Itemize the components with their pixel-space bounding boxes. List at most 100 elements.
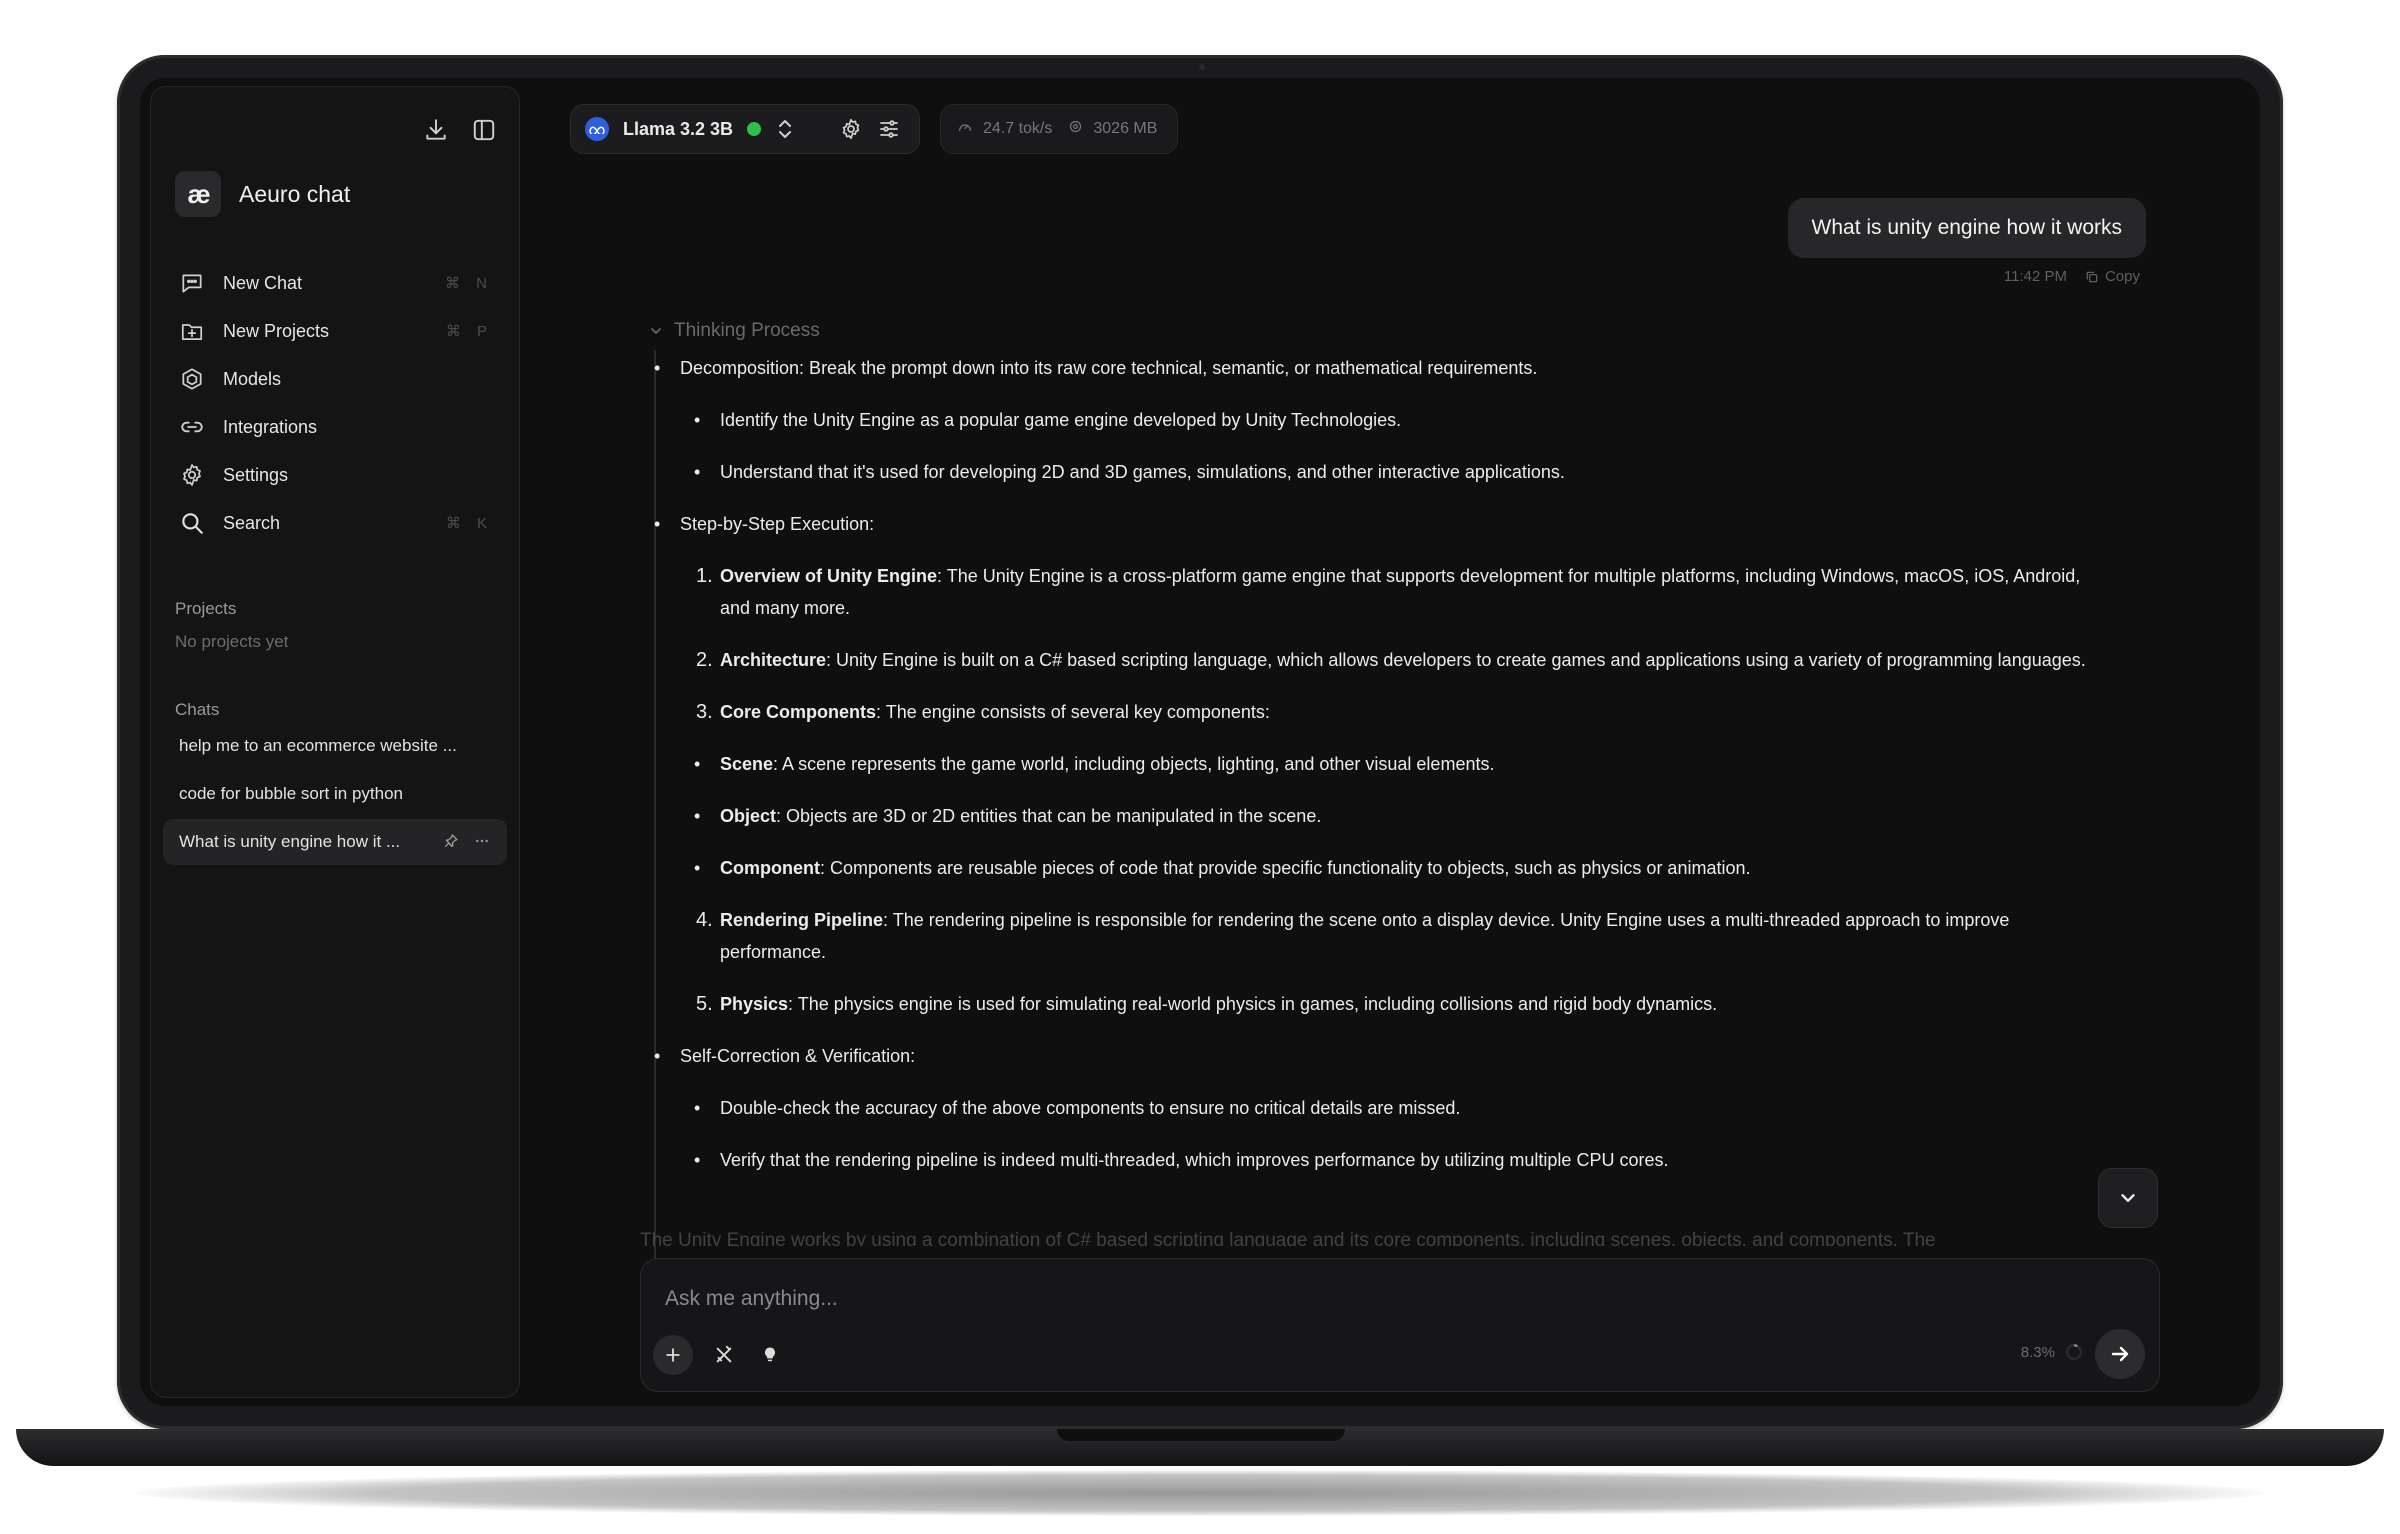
bullet-text: Understand that it's used for developing… bbox=[720, 462, 1565, 482]
thinking-bullet: • Step-by-Step Execution: bbox=[654, 514, 875, 534]
item-title: Physics bbox=[720, 994, 789, 1014]
item-title: Object bbox=[720, 806, 777, 826]
bullet-text: Verify that the rendering pipeline is in… bbox=[720, 1150, 1669, 1170]
models-icon bbox=[177, 364, 207, 394]
context-usage: 8.3% bbox=[2021, 1343, 2083, 1361]
item-text: : The rendering pipeline is responsible … bbox=[720, 910, 2010, 962]
item-title: Component bbox=[720, 858, 820, 878]
lightbulb-icon bbox=[764, 1347, 776, 1362]
projects-empty-text: No projects yet bbox=[175, 632, 289, 651]
nav-new-projects[interactable]: New Projects ⌘ P bbox=[167, 307, 503, 355]
sidebar-top-actions bbox=[423, 117, 497, 143]
item-text: : A scene represents the game world, inc… bbox=[773, 754, 1495, 774]
brand-logo: æ bbox=[175, 171, 221, 217]
item-text: : The physics engine is used for simulat… bbox=[788, 994, 1718, 1014]
shortcut-hint: ⌘ N bbox=[445, 275, 493, 292]
thinking-sub-bullet: • Identify the Unity Engine as a popular … bbox=[694, 410, 1402, 430]
message-meta: 11:42 PM Copy bbox=[2004, 268, 2140, 285]
app-window: æ Aeuro chat New Chat ⌘ N New Projects ⌘… bbox=[140, 78, 2260, 1406]
projects-heading: Projects bbox=[175, 599, 237, 618]
bullet-text: Decomposition: Break the prompt down int… bbox=[680, 358, 1538, 378]
item-title: Overview of Unity Engine bbox=[720, 566, 938, 586]
item-title: Architecture bbox=[720, 650, 827, 670]
thinking-process-toggle[interactable]: Thinking Process bbox=[648, 320, 820, 342]
numbered-item: 5. Physics: The physics engine is used fo… bbox=[696, 993, 1718, 1015]
chevron-up-down-icon[interactable] bbox=[775, 117, 795, 141]
message-timestamp: 11:42 PM bbox=[2003, 268, 2067, 285]
item-title: Rendering Pipeline bbox=[720, 910, 884, 930]
item-title: Core Components bbox=[720, 702, 877, 722]
thinking-sub-bullet: • Verify that the rendering pipeline is i… bbox=[694, 1150, 1669, 1170]
user-message-bubble: What is unity engine how it works bbox=[1787, 198, 2146, 258]
bullet-text: Identify the Unity Engine as a popular g… bbox=[720, 410, 1402, 430]
chevron-down-icon bbox=[2121, 1194, 2135, 1202]
chat-item-actions bbox=[443, 833, 491, 852]
model-status-indicator bbox=[747, 122, 762, 136]
meta-logo-icon bbox=[585, 117, 609, 141]
model-settings-gear-icon[interactable] bbox=[839, 117, 863, 141]
tools-icon bbox=[716, 1345, 732, 1363]
chat-history-item[interactable]: help me to an ecommerce website ... bbox=[163, 723, 507, 769]
tools-button[interactable] bbox=[709, 1335, 739, 1375]
more-options-icon[interactable] bbox=[473, 833, 491, 852]
arrow-right-icon bbox=[2111, 1346, 2129, 1362]
attach-button[interactable] bbox=[653, 1335, 693, 1375]
item-title: Scene bbox=[720, 754, 774, 774]
plus-icon bbox=[666, 1348, 680, 1362]
numbered-item: 3. Core Components: The engine consists o… bbox=[696, 701, 1270, 723]
nav-label: Search bbox=[223, 512, 281, 533]
copy-icon bbox=[2086, 271, 2098, 282]
nav-label: Models bbox=[223, 368, 282, 389]
component-bullet: • Component: Components are reusable piec… bbox=[694, 858, 1751, 878]
search-icon bbox=[177, 508, 207, 538]
scroll-to-bottom-button[interactable] bbox=[2098, 1168, 2158, 1228]
send-button[interactable] bbox=[2095, 1329, 2145, 1379]
model-selector[interactable]: Llama 3.2 3B bbox=[570, 104, 920, 154]
thinking-process-content: • Decomposition: Break the prompt down in… bbox=[654, 350, 2260, 1290]
thinking-sub-bullet: • Understand that it's used for developin… bbox=[694, 462, 1565, 482]
message-input[interactable] bbox=[663, 1283, 1867, 1315]
sidebar-toggle-icon[interactable] bbox=[471, 117, 497, 143]
nav-new-chat[interactable]: New Chat ⌘ N bbox=[167, 259, 503, 307]
numbered-item: 2. Architecture: Unity Engine is built on… bbox=[696, 649, 2086, 671]
laptop-notch bbox=[1057, 1429, 1345, 1441]
nav-label: New Projects bbox=[223, 320, 330, 341]
chat-title: code for bubble sort in python bbox=[179, 784, 403, 803]
nav-settings[interactable]: Settings bbox=[167, 451, 503, 499]
nav-integrations[interactable]: Integrations bbox=[167, 403, 503, 451]
chevron-down-icon bbox=[651, 328, 661, 334]
nav-search[interactable]: Search ⌘ K bbox=[167, 499, 503, 547]
chat-bubble-icon bbox=[177, 268, 207, 298]
chat-history-list: help me to an ecommerce website ... code… bbox=[163, 723, 507, 867]
performance-stats: 24.7 tok/s 3026 MB bbox=[940, 104, 1178, 154]
pin-icon[interactable] bbox=[443, 833, 459, 852]
link-icon bbox=[177, 412, 207, 442]
component-bullet: • Object: Objects are 3D or 2D entities t… bbox=[694, 806, 1322, 826]
nav-models[interactable]: Models bbox=[167, 355, 503, 403]
think-mode-button[interactable] bbox=[755, 1335, 785, 1375]
message-composer: 8.3% bbox=[640, 1258, 2160, 1392]
download-icon[interactable] bbox=[423, 117, 449, 143]
speed-gauge-icon bbox=[957, 119, 973, 140]
gear-icon bbox=[177, 460, 207, 490]
chat-history-item[interactable]: code for bubble sort in python bbox=[163, 771, 507, 817]
chat-title: What is unity engine how it ... bbox=[179, 832, 401, 851]
composer-tools bbox=[653, 1335, 785, 1375]
numbered-item: 1. Overview of Unity Engine: The Unity En… bbox=[696, 565, 2081, 618]
tokens-per-second: 24.7 tok/s bbox=[983, 120, 1053, 137]
sidebar-nav: New Chat ⌘ N New Projects ⌘ P Models Int… bbox=[167, 259, 503, 547]
chat-history-item-active[interactable]: What is unity engine how it ... bbox=[163, 819, 507, 865]
component-bullet: • Scene: A scene represents the game worl… bbox=[694, 754, 1495, 774]
chats-heading: Chats bbox=[175, 700, 220, 719]
bullet-text: Double-check the accuracy of the above c… bbox=[720, 1098, 1461, 1118]
sliders-icon[interactable] bbox=[877, 117, 901, 141]
memory-usage: 3026 MB bbox=[1093, 120, 1158, 137]
chat-title: help me to an ecommerce website ... bbox=[179, 736, 457, 755]
brand[interactable]: æ Aeuro chat bbox=[175, 171, 350, 217]
nav-label: Settings bbox=[223, 464, 289, 485]
item-text: : The engine consists of several key com… bbox=[876, 702, 1270, 722]
copy-message-button[interactable]: Copy bbox=[2085, 268, 2140, 285]
sidebar: æ Aeuro chat New Chat ⌘ N New Projects ⌘… bbox=[150, 86, 520, 1398]
folder-plus-icon bbox=[177, 316, 207, 346]
context-ring-icon bbox=[2066, 1344, 2082, 1360]
